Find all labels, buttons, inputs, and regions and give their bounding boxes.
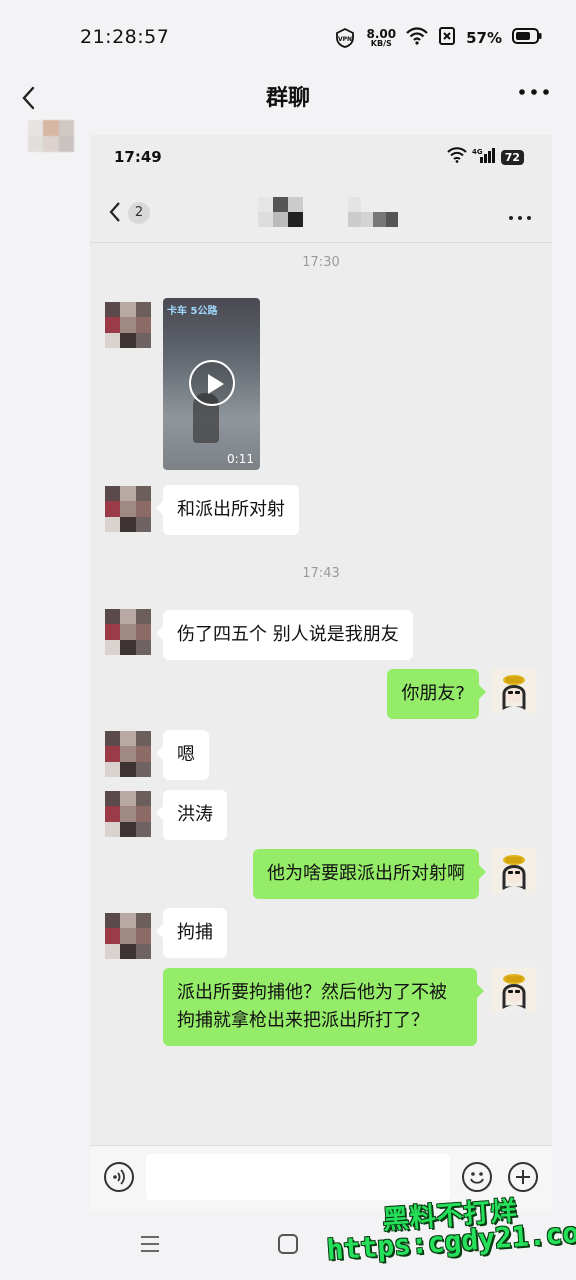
status-icons: VPN 8.00 KB/S 57%	[334, 24, 542, 52]
avatar[interactable]	[105, 486, 151, 532]
my-avatar[interactable]	[491, 848, 537, 894]
inner-chat-header: 2	[90, 181, 552, 243]
message-bubble-sent[interactable]: 你朋友?	[387, 669, 486, 719]
svg-text:4G: 4G	[472, 148, 483, 156]
message-bubble-received[interactable]: 和派出所对射	[156, 485, 299, 535]
timestamp: 17:43	[302, 566, 340, 581]
avatar[interactable]	[105, 913, 151, 959]
my-avatar[interactable]	[491, 668, 537, 714]
play-icon[interactable]	[189, 360, 235, 406]
inner-battery: 72	[500, 149, 524, 165]
video-caption: 卡车 5公路	[167, 306, 218, 317]
more-dots-icon[interactable]	[518, 80, 550, 104]
voice-icon[interactable]	[104, 1162, 134, 1192]
watermark: 黑料不打烊 https:cgdy21.com	[324, 1186, 576, 1280]
avatar[interactable]	[105, 791, 151, 837]
message-bubble-received[interactable]: 伤了四五个 别人说是我朋友	[156, 610, 413, 660]
avatar[interactable]	[105, 731, 151, 777]
blurred-group-name	[258, 197, 318, 227]
wifi-icon	[446, 147, 467, 167]
message-bubble-received[interactable]: 洪涛	[156, 790, 227, 840]
home-icon[interactable]	[278, 1234, 298, 1254]
timestamp: 17:30	[302, 255, 340, 270]
status-bar: 21:28:57 VPN 8.00 KB/S 57%	[0, 0, 576, 72]
message-input[interactable]	[146, 1154, 450, 1200]
signal-icon: 4G	[472, 147, 496, 167]
battery-percent: 57%	[466, 29, 502, 47]
my-avatar[interactable]	[491, 967, 537, 1013]
video-message[interactable]: 卡车 5公路 0:11	[163, 298, 260, 470]
message-bubble-received[interactable]: 嗯	[156, 730, 209, 780]
unread-badge: 2	[128, 202, 150, 224]
more-dots-icon[interactable]	[508, 207, 532, 220]
battery-icon	[512, 28, 542, 48]
shared-screenshot[interactable]: 17:49 4G 72 2 17:30 卡车 5公路 0:11 和派出所对射 1…	[90, 135, 552, 1210]
inner-status-bar: 17:49 4G 72	[90, 135, 552, 181]
clock: 21:28:57	[80, 26, 170, 48]
wifi-icon	[406, 27, 428, 49]
inner-status-icons: 4G 72	[446, 147, 524, 167]
message-bubble-sent[interactable]: 派出所要拘捕他？然后他为了不被拘捕就拿枪出来把派出所打了？	[163, 968, 484, 1046]
vpn-icon: VPN	[334, 27, 356, 49]
network-speed: 8.00 KB/S	[366, 28, 396, 48]
speed-unit: KB/S	[370, 39, 392, 48]
avatar[interactable]	[105, 609, 151, 655]
page-title: 群聊	[265, 86, 310, 111]
menu-icon[interactable]	[140, 1234, 160, 1254]
sender-avatar-blurred[interactable]	[28, 120, 74, 152]
video-duration: 0:11	[227, 452, 254, 466]
emoji-icon[interactable]	[462, 1162, 492, 1192]
avatar[interactable]	[105, 302, 151, 348]
message-bubble-received[interactable]: 拘捕	[156, 908, 227, 958]
no-sim-icon	[438, 27, 456, 49]
svg-text:VPN: VPN	[338, 36, 352, 43]
blurred-group-name-2	[348, 197, 398, 227]
screen: 21:28:57 VPN 8.00 KB/S 57% 群聊 17:49 4G 7…	[0, 0, 576, 1280]
inner-clock: 17:49	[114, 148, 162, 166]
chevron-left-icon[interactable]	[108, 201, 122, 223]
plus-icon[interactable]	[508, 1162, 538, 1192]
chat-header: 群聊	[0, 72, 576, 128]
message-bubble-sent[interactable]: 他为啥要跟派出所对射啊	[253, 849, 486, 899]
